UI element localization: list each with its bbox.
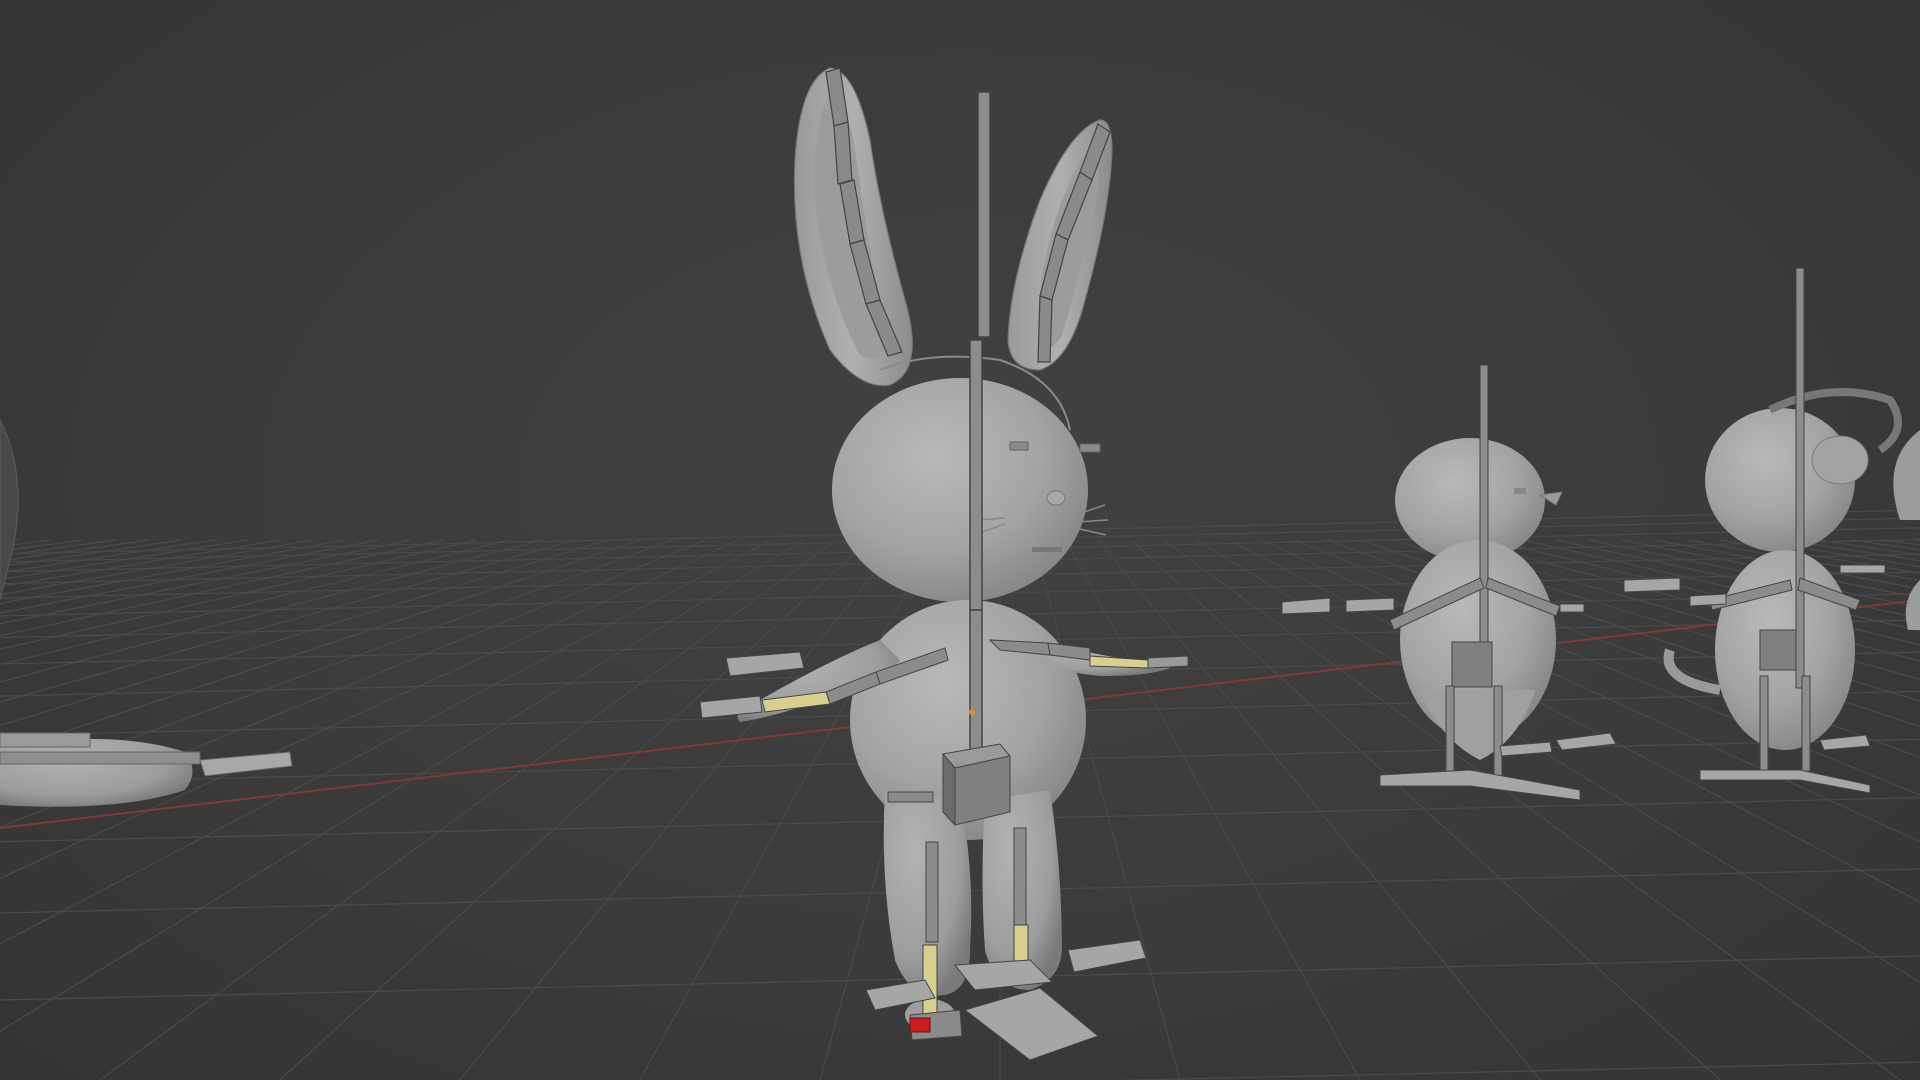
rabbit-head[interactable] bbox=[832, 378, 1088, 602]
bone-left-leg-upper[interactable] bbox=[925, 841, 939, 943]
mouse-character[interactable] bbox=[1623, 267, 1902, 794]
grid-line bbox=[0, 539, 575, 703]
grid-line bbox=[0, 539, 542, 683]
far-right-character[interactable] bbox=[1893, 430, 1920, 630]
grid-line bbox=[459, 539, 903, 1080]
bone-spine[interactable] bbox=[969, 609, 983, 751]
bone-right-leg-upper[interactable] bbox=[1013, 827, 1027, 927]
left-character-mesh[interactable] bbox=[0, 419, 293, 807]
bone-active-selected[interactable] bbox=[909, 1017, 931, 1033]
grid-line bbox=[0, 539, 706, 829]
grid-line bbox=[1111, 1061, 1920, 1080]
grid-line bbox=[279, 539, 870, 1080]
grid-line bbox=[0, 539, 772, 945]
grid-line bbox=[0, 539, 477, 650]
grid-line bbox=[1032, 539, 1181, 1080]
grid-line bbox=[0, 539, 608, 727]
bone-root[interactable] bbox=[942, 743, 1011, 827]
grid-line bbox=[0, 539, 641, 754]
pivot-point[interactable] bbox=[969, 709, 975, 715]
3d-viewport[interactable] bbox=[0, 0, 1920, 1080]
rabbit-character[interactable] bbox=[737, 67, 1171, 1031]
bone-head-top[interactable] bbox=[977, 91, 991, 338]
grid-line bbox=[1064, 539, 1361, 1080]
viewport-scene[interactable] bbox=[0, 0, 1920, 1080]
chick-character[interactable] bbox=[1281, 364, 1617, 801]
bone-neck[interactable] bbox=[969, 339, 983, 611]
grid-line bbox=[0, 539, 673, 788]
